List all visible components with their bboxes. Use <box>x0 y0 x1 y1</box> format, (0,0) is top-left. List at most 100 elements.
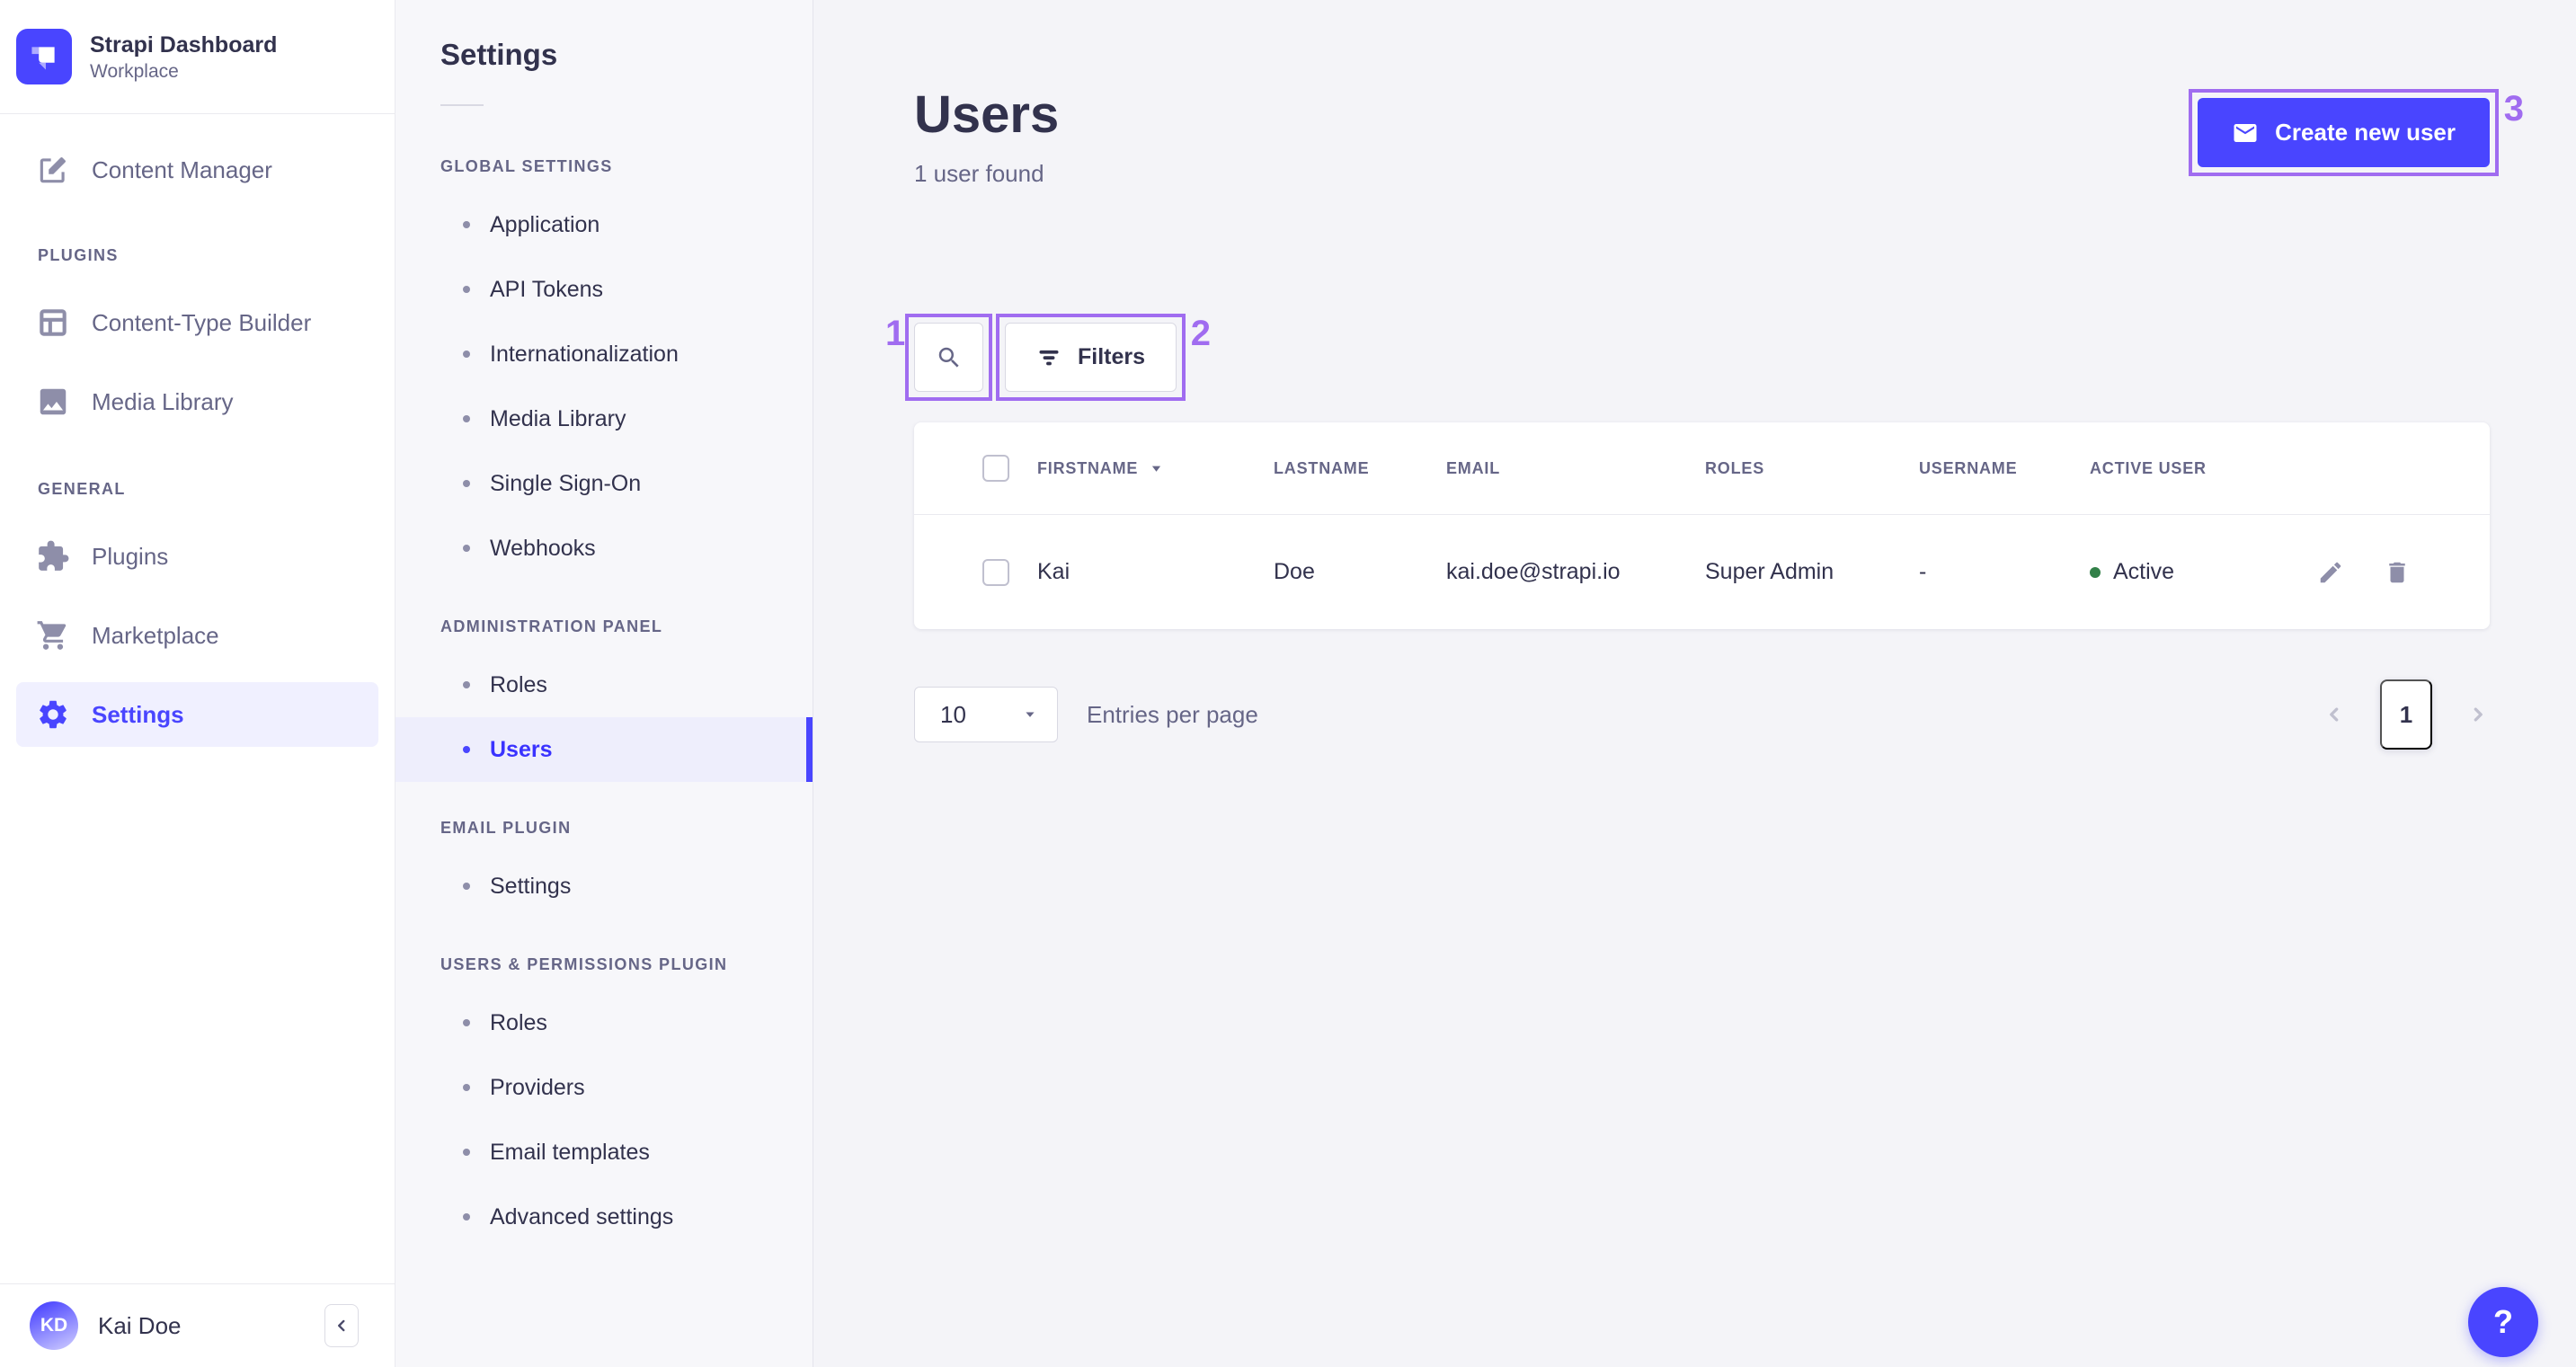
sidebar-nav: Content Manager PLUGINS Content-Type Bui… <box>0 114 395 747</box>
column-header-lastname[interactable]: LASTNAME <box>1274 459 1446 478</box>
annotation-box-3: 3 Create new user <box>2189 89 2524 176</box>
subnav-item-providers[interactable]: Providers <box>395 1055 813 1120</box>
select-all-checkbox[interactable] <box>982 455 1009 482</box>
sidebar-section-general: GENERAL Plugins Marketplace Settings <box>0 479 395 747</box>
subnav-item-label: Webhooks <box>490 535 596 561</box>
media-library-icon <box>36 385 70 419</box>
chevron-left-icon <box>332 1316 351 1336</box>
active-status-dot <box>2090 566 2101 578</box>
column-header-active-user[interactable]: ACTIVE USER <box>2090 459 2314 478</box>
search-button[interactable] <box>914 323 983 392</box>
search-icon <box>936 344 963 371</box>
subnav-item-label: Application <box>490 211 600 237</box>
bullet-icon <box>463 480 470 487</box>
subnav-item-webhooks[interactable]: Webhooks <box>395 516 813 581</box>
subnav-group-administration-panel: ADMINISTRATION PANEL Roles Users <box>395 617 813 782</box>
filters-button[interactable]: Filters <box>1005 323 1177 392</box>
bullet-icon <box>463 545 470 552</box>
bullet-icon <box>463 286 470 293</box>
sidebar-item-label: Plugins <box>92 542 169 570</box>
users-table: FIRSTNAME LASTNAME EMAIL ROLES USERNAME … <box>914 422 2490 629</box>
bullet-icon <box>463 351 470 358</box>
active-status-label: Active <box>2113 559 2175 584</box>
subnav-item-application[interactable]: Application <box>395 192 813 257</box>
column-header-email[interactable]: EMAIL <box>1446 459 1705 478</box>
subnav-item-up-roles[interactable]: Roles <box>395 990 813 1055</box>
filters-label: Filters <box>1078 344 1146 369</box>
cell-active-user: Active <box>2090 559 2314 585</box>
column-header-roles[interactable]: ROLES <box>1705 459 1919 478</box>
subnav-item-admin-users[interactable]: Users <box>395 717 813 782</box>
sidebar-item-content-manager[interactable]: Content Manager <box>0 138 395 202</box>
annotation-label-2: 2 <box>1190 314 1212 353</box>
sidebar-item-content-type-builder[interactable]: Content-Type Builder <box>0 290 395 355</box>
sidebar-section-title: PLUGINS <box>38 246 119 264</box>
subnav-group-title: ADMINISTRATION PANEL <box>440 617 663 635</box>
next-page-button[interactable] <box>2466 703 2490 726</box>
sidebar-item-settings[interactable]: Settings <box>16 682 378 747</box>
page-controls: 1 <box>2323 679 2490 750</box>
trash-icon <box>2384 559 2411 586</box>
gear-icon <box>36 697 70 732</box>
content-type-builder-icon <box>36 306 70 340</box>
page-number-button[interactable]: 1 <box>2380 679 2432 750</box>
subnav-item-label: Single Sign-On <box>490 470 642 496</box>
cell-lastname: Doe <box>1274 559 1315 584</box>
column-header-username[interactable]: USERNAME <box>1919 459 2090 478</box>
row-checkbox[interactable] <box>982 558 1009 586</box>
subnav-item-email-settings[interactable]: Settings <box>395 854 813 919</box>
cell-email: kai.doe@strapi.io <box>1446 559 1621 584</box>
workspace-header[interactable]: Strapi Dashboard Workplace <box>0 0 395 114</box>
table-header-row: FIRSTNAME LASTNAME EMAIL ROLES USERNAME … <box>914 422 2490 514</box>
sidebar-item-label: Media Library <box>92 387 234 415</box>
create-new-user-button[interactable]: Create new user <box>2198 98 2490 167</box>
page-size-select[interactable]: 10 <box>914 687 1058 742</box>
sidebar-item-plugins[interactable]: Plugins <box>0 524 395 589</box>
subnav-item-email-templates[interactable]: Email templates <box>395 1120 813 1185</box>
main-sidebar: Strapi Dashboard Workplace Content Manag… <box>0 0 395 1367</box>
sidebar-item-label: Marketplace <box>92 621 219 649</box>
workspace-subtitle: Workplace <box>90 60 179 82</box>
subnav-item-label: Advanced settings <box>490 1203 674 1229</box>
subnav-item-label: Settings <box>490 873 572 899</box>
table-toolbar: 1 2 Filters <box>885 314 2490 401</box>
previous-page-button[interactable] <box>2323 703 2346 726</box>
bullet-icon <box>463 1084 470 1091</box>
subnav-item-label: Media Library <box>490 405 626 431</box>
subnav-item-advanced-settings[interactable]: Advanced settings <box>395 1185 813 1249</box>
bullet-icon <box>463 1149 470 1156</box>
chevron-left-icon <box>2323 703 2346 726</box>
sidebar-item-media-library[interactable]: Media Library <box>0 369 395 434</box>
bullet-icon <box>463 1019 470 1026</box>
table-row[interactable]: Kai Doe kai.doe@strapi.io Super Admin - … <box>914 514 2490 629</box>
bullet-icon <box>463 883 470 890</box>
subnav-group-title: GLOBAL SETTINGS <box>440 157 613 175</box>
column-header-firstname[interactable]: FIRSTNAME <box>1037 459 1274 478</box>
subnav-item-api-tokens[interactable]: API Tokens <box>395 257 813 322</box>
filter-icon <box>1036 345 1061 370</box>
delete-user-button[interactable] <box>2384 559 2411 586</box>
subnav-item-single-sign-on[interactable]: Single Sign-On <box>395 451 813 516</box>
page-size-value: 10 <box>940 700 966 728</box>
collapse-sidebar-button[interactable] <box>324 1304 359 1347</box>
puzzle-icon <box>36 539 70 573</box>
subnav-item-internationalization[interactable]: Internationalization <box>395 322 813 386</box>
sidebar-item-label: Content-Type Builder <box>92 308 312 336</box>
subnav-item-media-library[interactable]: Media Library <box>395 386 813 451</box>
annotation-box-2: 2 Filters <box>996 314 1211 401</box>
bullet-icon <box>463 415 470 422</box>
subnav-item-admin-roles[interactable]: Roles <box>395 652 813 717</box>
strapi-admin-app: Strapi Dashboard Workplace Content Manag… <box>0 0 2576 1367</box>
sidebar-item-marketplace[interactable]: Marketplace <box>0 603 395 668</box>
subnav-group-email-plugin: EMAIL PLUGIN Settings <box>395 818 813 919</box>
help-button[interactable]: ? <box>2468 1287 2538 1357</box>
user-avatar[interactable]: KD <box>30 1301 78 1350</box>
subnav-group-users-permissions-plugin: USERS & PERMISSIONS PLUGIN Roles Provide… <box>395 954 813 1249</box>
cell-username: - <box>1919 559 1927 584</box>
row-actions <box>2314 559 2490 586</box>
edit-user-button[interactable] <box>2317 559 2344 586</box>
page-header: Users 1 user found 3 Create new user <box>914 86 2524 188</box>
chevron-down-icon <box>1021 706 1039 723</box>
subnav-item-label: Roles <box>490 671 547 697</box>
content-manager-icon <box>36 153 70 187</box>
